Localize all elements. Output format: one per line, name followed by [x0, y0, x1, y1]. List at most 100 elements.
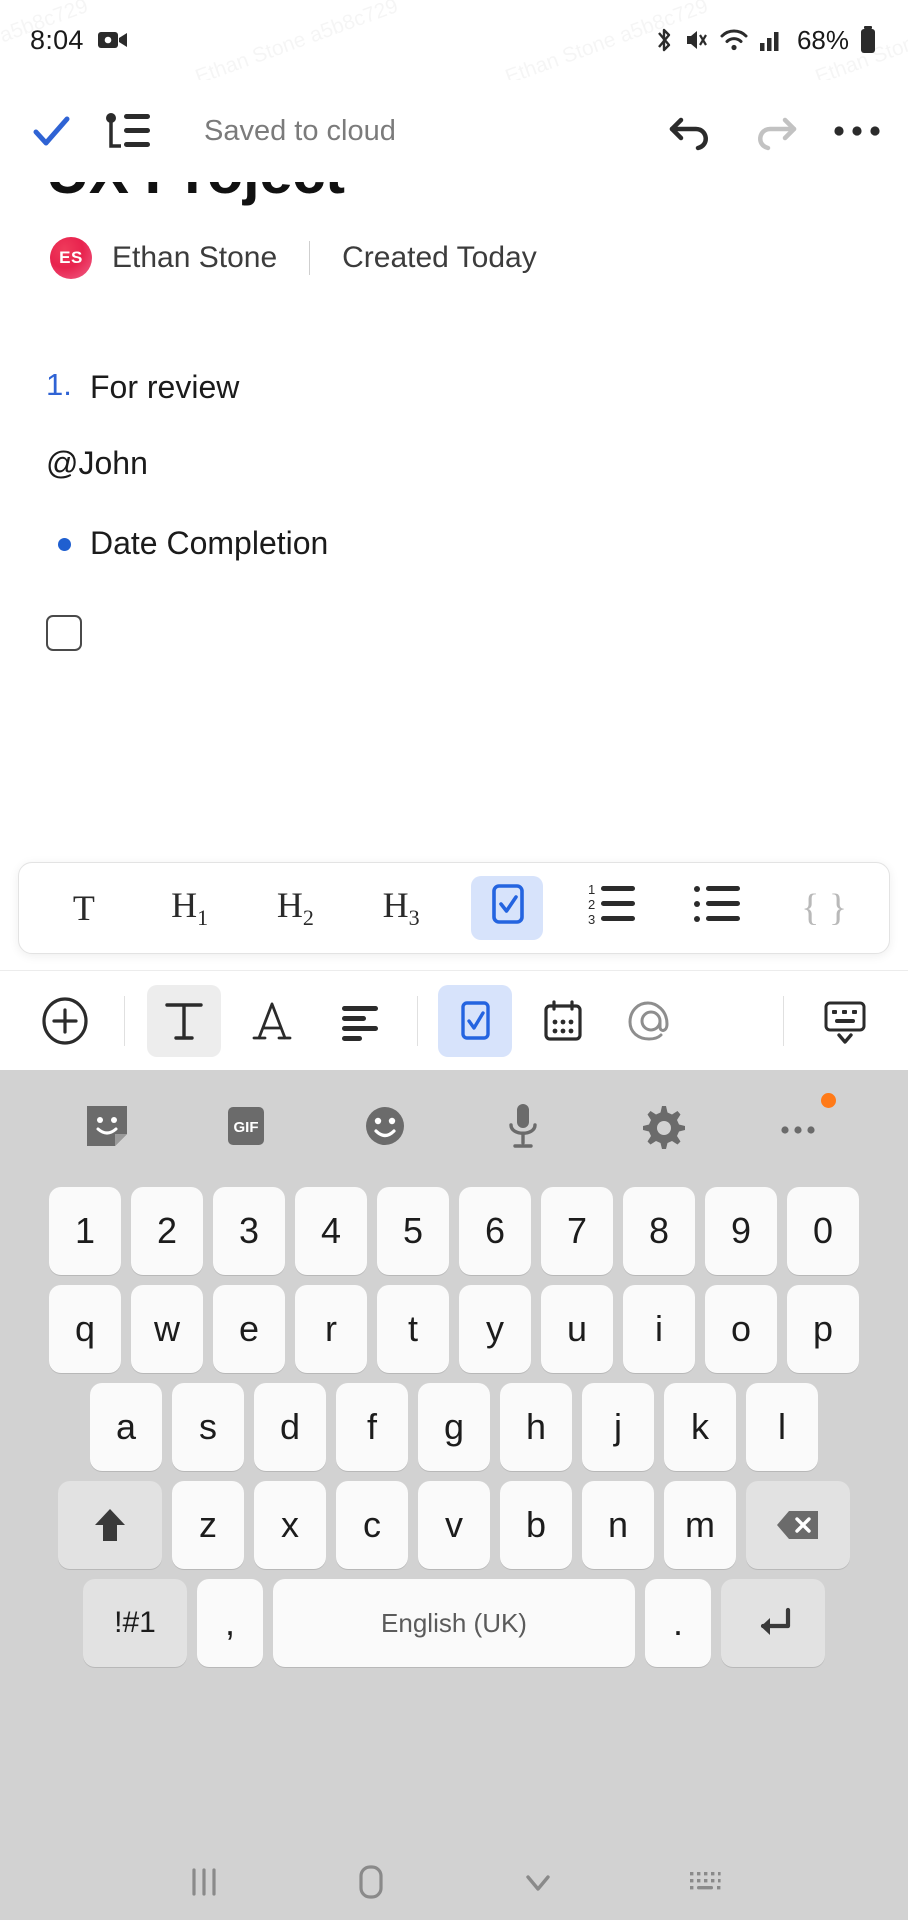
key-m[interactable]: m — [664, 1481, 736, 1569]
format-paragraph-button[interactable]: T — [48, 876, 120, 940]
wifi-icon — [719, 27, 749, 53]
calendar-insert-button[interactable] — [526, 985, 600, 1057]
format-numbered-list-button[interactable]: 1 2 3 — [577, 876, 649, 940]
checkbox-line[interactable] — [0, 601, 908, 651]
key-k[interactable]: k — [664, 1383, 736, 1471]
key-j[interactable]: j — [582, 1383, 654, 1471]
settings-icon[interactable] — [631, 1095, 693, 1157]
key-1[interactable]: 1 — [49, 1187, 121, 1275]
text-style-button[interactable] — [147, 984, 221, 1057]
key-u[interactable]: u — [541, 1285, 613, 1373]
list-item-text[interactable]: For review — [90, 367, 239, 409]
keyboard-row-numbers: 1234567890 — [0, 1182, 908, 1280]
home-icon[interactable] — [336, 1856, 406, 1908]
shift-key[interactable] — [58, 1481, 162, 1569]
back-chevron-icon[interactable] — [503, 1856, 573, 1908]
key-d[interactable]: d — [254, 1383, 326, 1471]
list-item[interactable]: 1. For review — [0, 367, 908, 445]
key-c[interactable]: c — [336, 1481, 408, 1569]
key-p[interactable]: p — [787, 1285, 859, 1373]
microphone-icon[interactable] — [492, 1095, 554, 1157]
key-h[interactable]: h — [500, 1383, 572, 1471]
key-9[interactable]: 9 — [705, 1187, 777, 1275]
key-g[interactable]: g — [418, 1383, 490, 1471]
key-o[interactable]: o — [705, 1285, 777, 1373]
on-screen-keyboard: GIF 1 2 3 4 5 6 7 8 9 0 q w e r t y u i … — [0, 1070, 908, 1844]
keyboard-row-top: qwertyuiop — [0, 1280, 908, 1378]
key-s[interactable]: s — [172, 1383, 244, 1471]
h2-label: H — [276, 885, 303, 926]
hide-keyboard-button[interactable] — [808, 985, 882, 1057]
format-heading3-button[interactable]: H3 — [365, 876, 437, 940]
key-a[interactable]: a — [90, 1383, 162, 1471]
backspace-key[interactable] — [746, 1481, 850, 1569]
key-i[interactable]: i — [623, 1285, 695, 1373]
space-key[interactable]: English (UK) — [273, 1579, 635, 1667]
screen-record-icon — [97, 29, 128, 51]
key-x[interactable]: x — [254, 1481, 326, 1569]
key-7[interactable]: 7 — [541, 1187, 613, 1275]
key-2[interactable]: 2 — [131, 1187, 203, 1275]
more-icon[interactable] — [770, 1093, 836, 1157]
key-3[interactable]: 3 — [213, 1187, 285, 1275]
checklist-icon — [485, 880, 529, 937]
key-n[interactable]: n — [582, 1481, 654, 1569]
key-8[interactable]: 8 — [623, 1187, 695, 1275]
format-checklist-button[interactable] — [470, 876, 543, 940]
format-heading1-button[interactable]: H1 — [154, 876, 226, 940]
bullet-icon — [46, 523, 90, 565]
align-text-button[interactable] — [323, 985, 397, 1057]
add-attachment-button[interactable] — [28, 985, 102, 1057]
status-bar-left: 8:04 — [30, 25, 128, 56]
redo-icon[interactable] — [748, 107, 802, 155]
key-r[interactable]: r — [295, 1285, 367, 1373]
font-format-button[interactable] — [235, 985, 309, 1057]
key-f[interactable]: f — [336, 1383, 408, 1471]
code-block-label: { } — [801, 887, 848, 929]
format-code-block-button[interactable]: { } — [788, 876, 860, 940]
recents-icon[interactable] — [169, 1856, 239, 1908]
keyboard-switch-icon[interactable] — [670, 1856, 740, 1908]
gif-icon[interactable]: GIF — [215, 1095, 277, 1157]
more-options-icon[interactable] — [832, 121, 882, 141]
mute-vibrate-icon — [684, 26, 710, 54]
enter-key[interactable] — [721, 1579, 825, 1667]
note-meta: ES Ethan Stone Created Today — [50, 237, 537, 279]
note-created-date: Created Today — [342, 241, 537, 274]
toolbar-divider — [783, 995, 784, 1046]
key-w[interactable]: w — [131, 1285, 203, 1373]
key-v[interactable]: v — [418, 1481, 490, 1569]
key-z[interactable]: z — [172, 1481, 244, 1569]
key-0[interactable]: 0 — [787, 1187, 859, 1275]
key-t[interactable]: t — [377, 1285, 449, 1373]
paragraph-label: T — [72, 888, 95, 928]
emoji-icon[interactable] — [354, 1095, 416, 1157]
key-l[interactable]: l — [746, 1383, 818, 1471]
key-b[interactable]: b — [500, 1481, 572, 1569]
outline-icon[interactable] — [102, 108, 154, 154]
key-e[interactable]: e — [213, 1285, 285, 1373]
checkbox-unchecked-icon[interactable] — [46, 615, 82, 651]
format-bulleted-list-button[interactable] — [682, 876, 754, 940]
app-bar: Saved to cloud — [0, 80, 908, 182]
key-6[interactable]: 6 — [459, 1187, 531, 1275]
comma-key[interactable]: , — [197, 1579, 263, 1667]
list-item[interactable]: Date Completion — [0, 523, 908, 601]
svg-text:2: 2 — [588, 897, 595, 912]
done-check-icon[interactable] — [26, 106, 76, 156]
symbols-key[interactable]: !#1 — [83, 1579, 187, 1667]
undo-icon[interactable] — [664, 107, 718, 155]
mention-line[interactable]: @John — [0, 445, 908, 523]
key-y[interactable]: y — [459, 1285, 531, 1373]
key-4[interactable]: 4 — [295, 1187, 367, 1275]
format-heading2-button[interactable]: H2 — [259, 876, 331, 940]
checkbox-insert-button[interactable] — [438, 984, 512, 1057]
period-key[interactable]: . — [645, 1579, 711, 1667]
key-q[interactable]: q — [49, 1285, 121, 1373]
save-status-text: Saved to cloud — [204, 114, 396, 147]
list-item-text[interactable]: Date Completion — [90, 523, 328, 565]
key-5[interactable]: 5 — [377, 1187, 449, 1275]
sticker-icon[interactable] — [76, 1095, 138, 1157]
mention-insert-button[interactable] — [614, 985, 688, 1057]
notification-badge — [820, 1093, 836, 1108]
